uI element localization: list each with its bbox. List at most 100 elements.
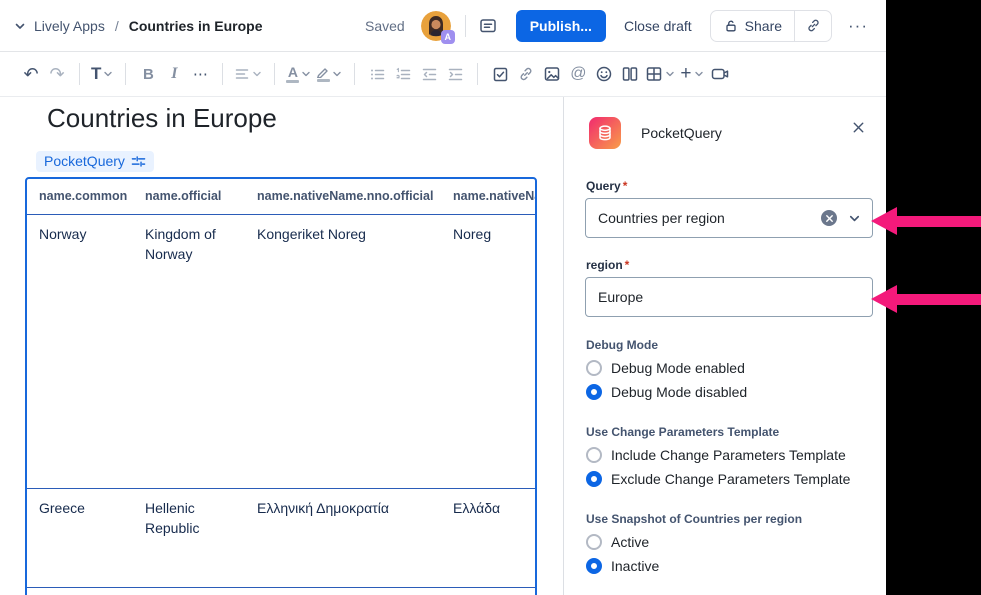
outdent-icon[interactable] — [416, 59, 442, 89]
more-formatting-icon[interactable]: ⋯ — [187, 59, 213, 89]
query-select[interactable]: Countries per region — [585, 198, 873, 238]
pocketquery-app-icon — [589, 117, 621, 149]
redo-icon[interactable]: ↷ — [44, 59, 70, 89]
table-cell: Kingdom of Norway — [133, 215, 245, 488]
indent-icon[interactable] — [442, 59, 468, 89]
saved-status: Saved — [365, 18, 405, 34]
debug-mode-label: Debug Mode — [586, 338, 658, 352]
divider — [79, 63, 80, 85]
radio-icon[interactable] — [586, 384, 602, 400]
layout-columns-icon[interactable] — [617, 59, 643, 89]
emoji-icon[interactable] — [591, 59, 617, 89]
radio-icon[interactable] — [586, 471, 602, 487]
radio-icon[interactable] — [586, 447, 602, 463]
arrow-tail — [897, 216, 981, 227]
divider — [125, 63, 126, 85]
clear-icon[interactable] — [821, 210, 837, 226]
radio-snapshot-active[interactable]: Active — [586, 533, 649, 551]
editor-canvas[interactable]: Countries in Europe PocketQuery name.com… — [0, 97, 563, 595]
arrow-head — [871, 207, 897, 235]
column-header: name.nativeName.nno.official — [245, 187, 441, 205]
highlight-color-icon[interactable] — [314, 59, 345, 89]
table-cell: Norway — [27, 215, 133, 488]
close-icon[interactable] — [851, 120, 866, 135]
share-button-group: Share — [710, 10, 832, 42]
table-icon[interactable] — [643, 59, 678, 89]
pocketquery-macro-chip[interactable]: PocketQuery — [36, 151, 154, 172]
breadcrumb-space[interactable]: Lively Apps — [34, 18, 105, 34]
macro-chip-label: PocketQuery — [44, 153, 125, 169]
share-button[interactable]: Share — [711, 11, 794, 41]
editor-toolbar: ↶ ↷ T B I ⋯ A — [0, 52, 886, 97]
page-title[interactable]: Countries in Europe — [47, 103, 277, 134]
chevron-down-icon[interactable] — [847, 211, 862, 226]
arrow-head — [871, 285, 897, 313]
query-field-label: Query* — [586, 179, 627, 193]
region-field-label: region* — [586, 258, 629, 272]
text-style-button[interactable]: T — [89, 59, 116, 89]
italic-icon[interactable]: I — [161, 59, 187, 89]
avatar-badge: A — [441, 30, 455, 44]
sliders-icon — [131, 154, 146, 169]
close-draft-button[interactable]: Close draft — [624, 18, 692, 34]
divider — [222, 63, 223, 85]
divider — [477, 63, 478, 85]
unlock-icon — [723, 18, 739, 34]
table-row: Norway Kingdom of Norway Kongeriket Nore… — [27, 215, 535, 489]
macro-config-panel: PocketQuery Query* Countries per region … — [563, 97, 886, 595]
radio-icon[interactable] — [586, 558, 602, 574]
change-params-label: Use Change Parameters Template — [586, 425, 779, 439]
table-cell: Ελλάδα — [441, 489, 535, 587]
table-cell: Kongeriket Noreg — [245, 215, 441, 488]
mention-icon[interactable]: @ — [565, 59, 591, 89]
arrow-tail — [897, 294, 981, 305]
column-header: name.official — [133, 187, 245, 205]
divider — [274, 63, 275, 85]
table-row — [27, 588, 535, 595]
alignment-icon[interactable] — [232, 59, 265, 89]
text-color-icon[interactable]: A — [284, 59, 314, 89]
radio-icon[interactable] — [586, 534, 602, 550]
query-select-value: Countries per region — [598, 210, 821, 226]
link-icon[interactable] — [513, 59, 539, 89]
radio-debug-disabled[interactable]: Debug Mode disabled — [586, 383, 747, 401]
panel-title: PocketQuery — [641, 125, 722, 141]
topbar-actions: Saved A Publish... Close draft — [365, 10, 872, 42]
share-button-label: Share — [745, 18, 782, 34]
query-result-table[interactable]: name.common name.official name.nativeNam… — [25, 177, 537, 595]
image-icon[interactable] — [539, 59, 565, 89]
publish-button[interactable]: Publish... — [516, 10, 606, 42]
bold-icon[interactable]: B — [135, 59, 161, 89]
column-header: name.nativeNa — [441, 187, 535, 205]
table-cell: Noreg — [441, 215, 535, 488]
more-menu-icon[interactable]: ··· — [844, 16, 872, 36]
comment-icon[interactable] — [478, 16, 498, 36]
annotation-arrow-region — [871, 285, 981, 313]
divider — [465, 15, 466, 37]
chevron-down-icon[interactable] — [12, 18, 28, 34]
task-list-icon[interactable] — [487, 59, 513, 89]
numbered-list-icon[interactable] — [390, 59, 416, 89]
bullet-list-icon[interactable] — [364, 59, 390, 89]
radio-icon[interactable] — [586, 360, 602, 376]
app-window: Lively Apps / Countries in Europe Saved … — [0, 0, 886, 595]
radio-include-template[interactable]: Include Change Parameters Template — [586, 446, 846, 464]
radio-snapshot-inactive[interactable]: Inactive — [586, 557, 659, 575]
breadcrumb-separator: / — [115, 18, 119, 34]
avatar[interactable]: A — [421, 11, 451, 41]
undo-icon[interactable]: ↶ — [18, 59, 44, 89]
top-bar: Lively Apps / Countries in Europe Saved … — [0, 0, 886, 52]
table-cell: Hellenic Republic — [133, 489, 245, 587]
insert-icon[interactable]: + — [678, 59, 706, 89]
region-input[interactable] — [585, 277, 873, 317]
radio-exclude-template[interactable]: Exclude Change Parameters Template — [586, 470, 850, 488]
table-header-row: name.common name.official name.nativeNam… — [27, 179, 535, 215]
copy-link-icon[interactable] — [795, 11, 831, 41]
radio-debug-enabled[interactable]: Debug Mode enabled — [586, 359, 745, 377]
table-cell: Greece — [27, 489, 133, 587]
video-record-icon[interactable] — [707, 59, 733, 89]
annotation-arrow-query — [871, 207, 981, 235]
column-header: name.common — [27, 187, 133, 205]
breadcrumb-page-title: Countries in Europe — [129, 18, 263, 34]
table-row: Greece Hellenic Republic Ελληνική Δημοκρ… — [27, 489, 535, 588]
